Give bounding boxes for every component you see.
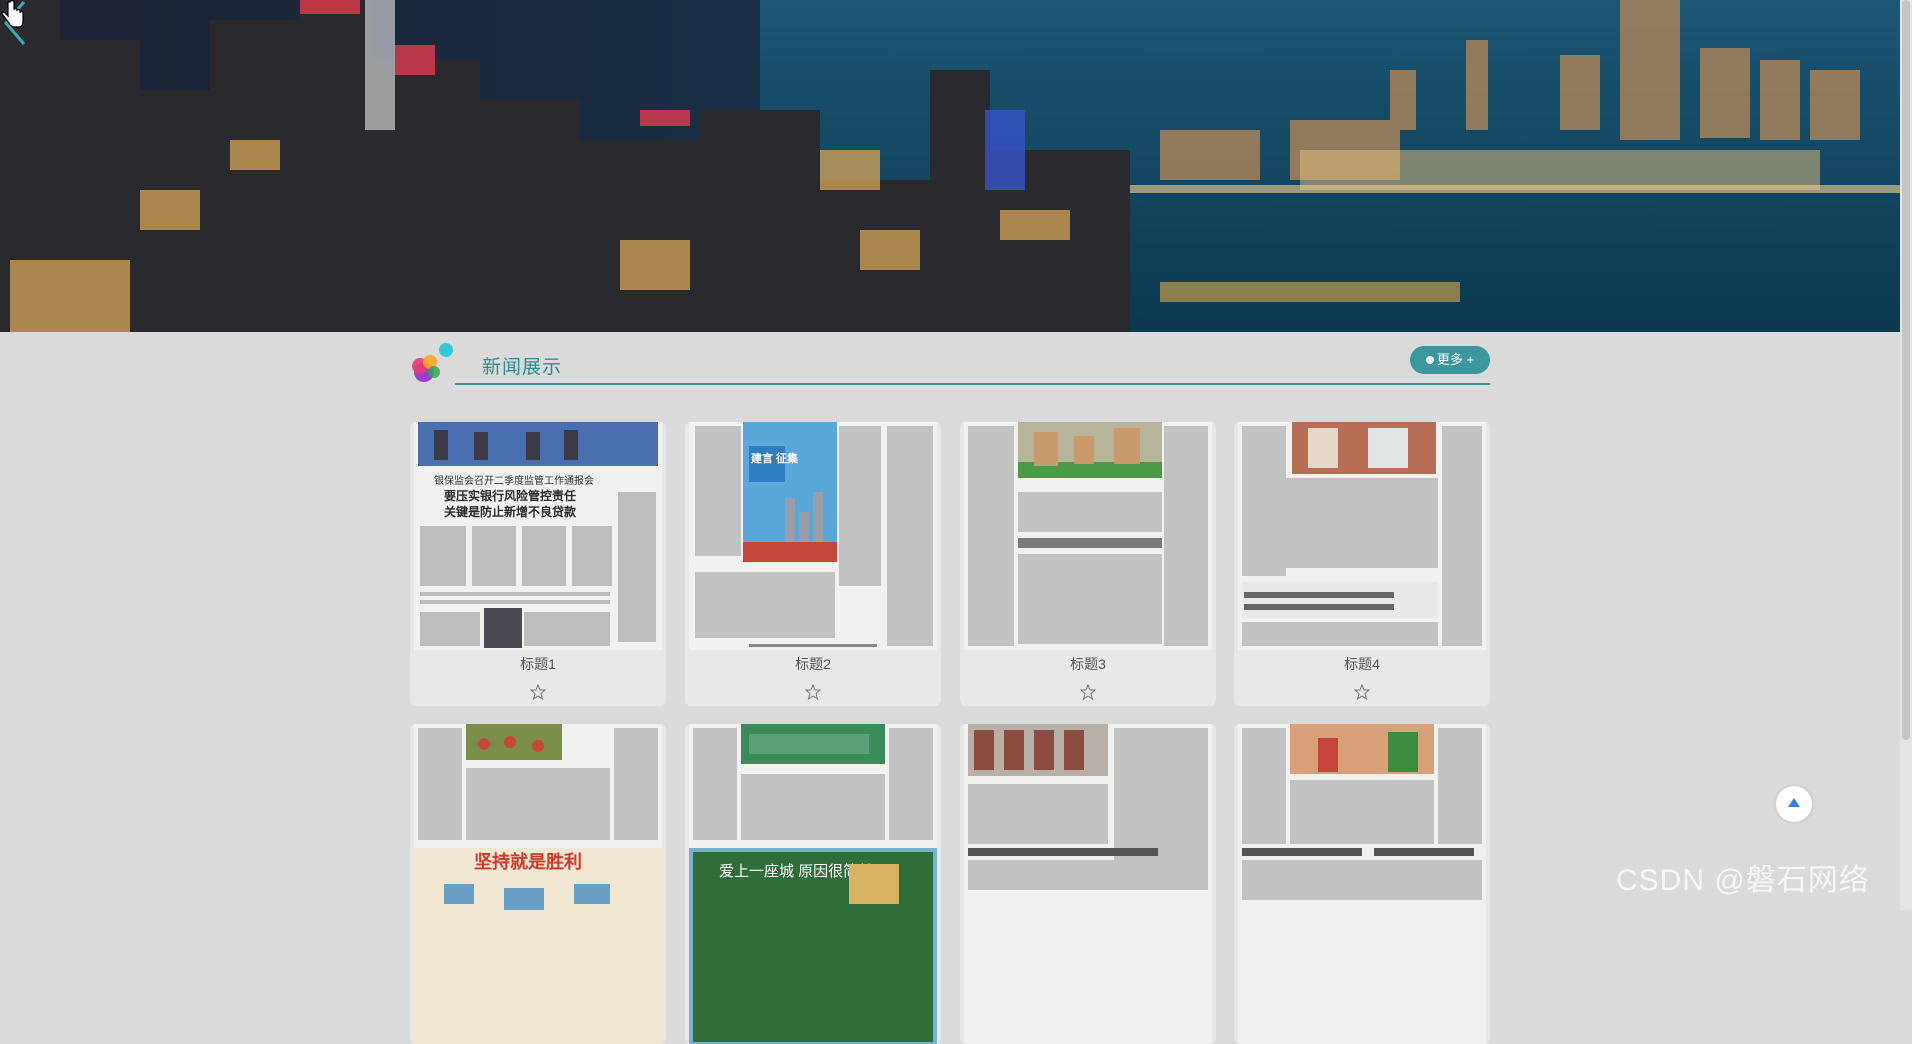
news-card[interactable]: 标题4 — [1234, 422, 1490, 706]
card-title[interactable]: 标题3 — [960, 654, 1216, 674]
section-divider — [455, 383, 1490, 385]
page-scrollbar[interactable] — [1900, 0, 1912, 910]
newspaper-thumbnail: 爱上一座城 原因很简单 — [689, 724, 937, 1044]
star-icon[interactable] — [530, 684, 546, 700]
newspaper-thumbnail — [964, 724, 1212, 1044]
card-title[interactable]: 标题4 — [1234, 654, 1490, 674]
news-card[interactable]: 银保监会召开二季度监管工作通报会 要压实银行风险管控责任 关键是防止新增不良贷款… — [410, 422, 666, 706]
star-icon[interactable] — [805, 684, 821, 700]
news-card[interactable] — [1234, 724, 1490, 1044]
newspaper-thumbnail — [1238, 422, 1486, 650]
more-button[interactable]: 更多 + — [1410, 346, 1490, 374]
colorful-dots-logo-icon — [412, 343, 453, 382]
newspaper-thumbnail: 坚持就是胜利 — [414, 724, 662, 1044]
news-card[interactable]: 标题3 — [960, 422, 1216, 706]
hero-banner — [0, 0, 1900, 332]
thumb-tag: 建言 征集 — [751, 451, 799, 465]
thumb-headline-a: 要压实银行风险管控责任 — [444, 488, 576, 503]
newspaper-thumbnail — [1238, 724, 1486, 1044]
section-title: 新闻展示 — [482, 357, 563, 378]
dot-icon — [1425, 356, 1434, 364]
more-label: 更多 + — [1436, 352, 1475, 367]
thumb-headline-b: 关键是防止新增不良贷款 — [444, 504, 577, 519]
thumb-headline: 坚持就是胜利 — [474, 851, 582, 872]
city-skyline-image — [0, 0, 1900, 332]
newspaper-thumbnail — [964, 422, 1212, 650]
hand-cursor-icon — [1, 0, 24, 28]
card-title[interactable]: 标题2 — [685, 654, 941, 674]
star-icon[interactable] — [1354, 684, 1370, 700]
news-section-header: 新闻展示 更多 + — [410, 340, 1490, 386]
arrow-up-icon[interactable] — [1776, 786, 1812, 822]
news-card[interactable]: 爱上一座城 原因很简单 — [685, 724, 941, 1044]
card-title[interactable]: 标题1 — [410, 654, 666, 674]
news-card[interactable]: 建言 征集 标题2 — [685, 422, 941, 706]
news-card[interactable] — [960, 724, 1216, 1044]
svg-text:银保监会召开二季度监管工作通报会: 银保监会召开二季度监管工作通报会 — [434, 474, 594, 487]
newspaper-thumbnail: 银保监会召开二季度监管工作通报会 要压实银行风险管控责任 关键是防止新增不良贷款 — [414, 422, 662, 650]
news-card[interactable]: 坚持就是胜利 — [410, 724, 666, 1044]
scrollbar-thumb[interactable] — [1902, 0, 1910, 740]
newspaper-thumbnail: 建言 征集 — [689, 422, 937, 650]
star-icon[interactable] — [1080, 684, 1096, 700]
watermark-text: CSDN @磐石网络 — [1616, 864, 1870, 897]
